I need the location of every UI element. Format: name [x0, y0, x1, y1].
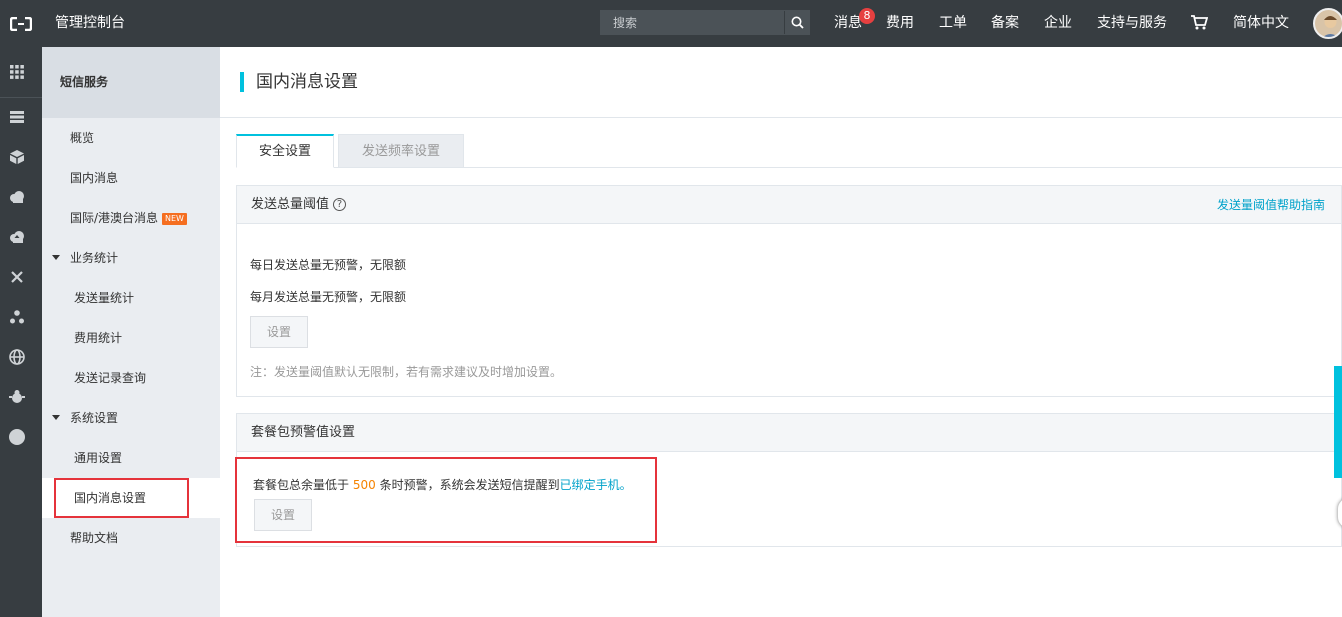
sidebar-item-overview[interactable]: 概览: [42, 118, 220, 158]
circle-icon[interactable]: [8, 428, 26, 446]
sidebar-group-stats[interactable]: 业务统计: [42, 238, 220, 278]
network-icon[interactable]: [8, 268, 26, 286]
caret-down-icon: [52, 415, 60, 420]
nav-fees[interactable]: 费用: [886, 0, 914, 47]
messages-badge: 8: [859, 8, 875, 24]
tab-security-settings[interactable]: 安全设置: [236, 134, 334, 168]
cart-icon[interactable]: [1191, 15, 1209, 32]
tab-frequency-settings[interactable]: 发送频率设置: [338, 134, 464, 168]
product-sidebar: 短信服务 概览 国内消息 国际/港澳台消息 NEW 业务统计 发送量统计 费用统…: [42, 47, 220, 617]
console-title[interactable]: 管理控制台: [55, 0, 125, 47]
nav-messages[interactable]: 消息: [834, 0, 862, 47]
page-title: 国内消息设置: [256, 72, 358, 92]
threshold-note: 注：发送量阈值默认无限制，若有需求建议及时增加设置。: [250, 365, 563, 379]
monthly-threshold-text: 每月发送总量无预警，无限额: [250, 290, 407, 304]
title-accent-bar: [240, 72, 244, 92]
bug-icon[interactable]: [8, 388, 26, 406]
package-panel-header: 套餐包预警值设置: [237, 414, 1341, 452]
grid-icon[interactable]: [8, 63, 26, 81]
new-badge: NEW: [162, 213, 187, 225]
threshold-panel: 发送总量阈值? 发送量阈值帮助指南 每日发送总量无预警，无限额 每月发送总量无预…: [236, 185, 1342, 397]
package-panel-title: 套餐包预警值设置: [251, 425, 356, 440]
server-icon[interactable]: [8, 108, 26, 126]
rail-divider: [0, 97, 42, 98]
aliyun-logo-icon[interactable]: [0, 0, 42, 47]
caret-down-icon: [52, 255, 60, 260]
nav-support[interactable]: 支持与服务: [1097, 0, 1167, 47]
page-header: 国内消息设置: [220, 47, 1342, 118]
search-box: [600, 10, 810, 35]
sidebar-group-settings[interactable]: 系统设置: [42, 398, 220, 438]
globe-icon[interactable]: [8, 348, 26, 366]
cloud-icon[interactable]: [8, 188, 26, 206]
threshold-help-link[interactable]: 发送量阈值帮助指南: [1217, 186, 1325, 224]
daily-threshold-text: 每日发送总量无预警，无限额: [250, 258, 407, 272]
sidebar-header: 短信服务: [42, 47, 220, 118]
sidebar-item-send-stats[interactable]: 发送量统计: [42, 278, 220, 318]
nav-language[interactable]: 简体中文: [1233, 0, 1289, 47]
help-icon[interactable]: ?: [333, 198, 347, 211]
cube-icon[interactable]: [8, 148, 26, 166]
sidebar-title: 短信服务: [60, 75, 109, 89]
product-icon-rail: [0, 47, 42, 617]
threshold-settings-button[interactable]: 设置: [250, 316, 308, 348]
share-icon[interactable]: [8, 308, 26, 326]
sidebar-item-send-records[interactable]: 发送记录查询: [42, 358, 220, 398]
nav-icp[interactable]: 备案: [991, 0, 1019, 47]
sidebar-item-general-settings[interactable]: 通用设置: [42, 438, 220, 478]
sidebar-item-help-docs[interactable]: 帮助文档: [42, 518, 220, 558]
threshold-panel-title: 发送总量阈值?: [251, 186, 347, 224]
highlight-box-package: [235, 457, 657, 543]
search-button[interactable]: [784, 11, 810, 34]
avatar[interactable]: [1313, 8, 1342, 39]
sidebar-item-domestic[interactable]: 国内消息: [42, 158, 220, 198]
top-bar: 管理控制台 消息 8 费用 工单 备案 企业 支持与服务 简体中文: [0, 0, 1342, 47]
sidebar-item-international[interactable]: 国际/港澳台消息 NEW: [42, 198, 220, 238]
highlight-box-sidebar: [54, 478, 189, 518]
cloud-upload-icon[interactable]: [8, 228, 26, 246]
sidebar-item-fee-stats[interactable]: 费用统计: [42, 318, 220, 358]
nav-tickets[interactable]: 工单: [939, 0, 967, 47]
search-input[interactable]: [601, 11, 784, 34]
feedback-float-tab[interactable]: [1334, 366, 1342, 478]
search-icon: [791, 16, 804, 29]
threshold-panel-header: 发送总量阈值? 发送量阈值帮助指南: [237, 186, 1341, 224]
nav-enterprise[interactable]: 企业: [1044, 0, 1072, 47]
